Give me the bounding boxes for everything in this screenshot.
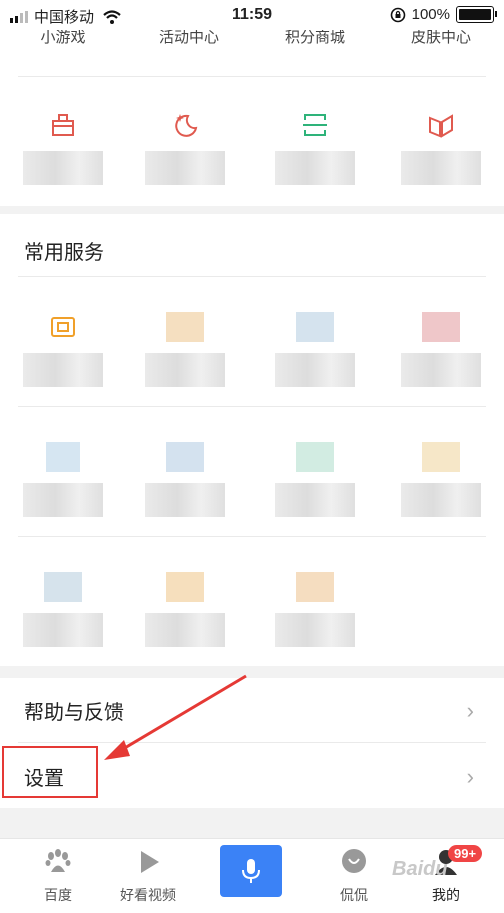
blurred-label (275, 151, 355, 185)
battery-icon (456, 6, 497, 23)
blurred-icon (166, 572, 204, 602)
blurred-icon (44, 572, 82, 602)
service-item[interactable] (122, 312, 248, 392)
highlight-box (2, 746, 98, 798)
blurred-icon (166, 442, 204, 472)
blurred-label (401, 353, 481, 387)
blurred-label (275, 483, 355, 517)
tab-kankan[interactable]: 侃侃 (304, 839, 404, 913)
grid-item[interactable] (122, 110, 248, 190)
service-item[interactable] (0, 442, 126, 522)
card-icon (51, 317, 75, 337)
section-title: 常用服务 (24, 242, 104, 264)
paw-icon (45, 849, 71, 872)
tab-label: 好看视频 (120, 887, 176, 903)
blurred-icon (296, 312, 334, 342)
blurred-label (23, 151, 103, 185)
help-feedback-label: 帮助与反馈 (24, 702, 124, 724)
blurred-label (275, 353, 355, 387)
chevron-right-icon: › (466, 764, 474, 789)
feature-grid-card: 小游戏 活动中心 积分商城 皮肤中心 (0, 29, 504, 206)
service-item[interactable] (378, 442, 504, 522)
chevron-right-icon: › (466, 698, 474, 723)
blurred-label (401, 483, 481, 517)
voice-search-button[interactable] (220, 845, 282, 897)
help-feedback-row[interactable]: 帮助与反馈 › (0, 678, 504, 742)
grid-item[interactable] (0, 110, 126, 190)
blurred-label (23, 613, 103, 647)
blurred-label (401, 151, 481, 185)
blurred-icon (166, 312, 204, 342)
blurred-icon (296, 572, 334, 602)
service-item[interactable] (252, 312, 378, 392)
service-item[interactable] (122, 572, 248, 652)
service-item[interactable] (378, 312, 504, 392)
service-item[interactable] (252, 572, 378, 652)
service-item[interactable] (252, 442, 378, 522)
grid-item[interactable] (252, 110, 378, 190)
play-icon (141, 851, 159, 873)
tab-label: 百度 (44, 887, 72, 903)
blurred-label (23, 353, 103, 387)
blurred-label (23, 483, 103, 517)
blurred-label (145, 151, 225, 185)
blurred-label (275, 613, 355, 647)
tab-label: 我的 (432, 887, 460, 903)
blurred-label (145, 613, 225, 647)
tab-label: 侃侃 (340, 887, 368, 903)
common-services-card: 常用服务 (0, 214, 504, 666)
blurred-icon (422, 312, 460, 342)
blurred-label (145, 353, 225, 387)
tab-baidu[interactable]: 百度 (8, 839, 108, 913)
blurred-icon (422, 442, 460, 472)
service-item[interactable] (0, 312, 126, 392)
service-item[interactable] (0, 572, 126, 652)
scan-icon (303, 114, 327, 136)
notification-badge: 99+ (448, 845, 483, 862)
watermark: Baidu (392, 858, 448, 880)
blurred-icon (296, 442, 334, 472)
service-item[interactable] (122, 442, 248, 522)
status-bar: 中国移动 11:59 100% (0, 0, 504, 30)
blurred-icon (46, 442, 80, 472)
book-icon (429, 114, 453, 138)
grid-item[interactable] (378, 110, 504, 190)
basket-icon (52, 114, 74, 136)
tab-haokan-video[interactable]: 好看视频 (98, 839, 198, 913)
microphone-icon (242, 859, 260, 883)
chat-bubble-icon (342, 849, 366, 873)
blurred-label (145, 483, 225, 517)
battery-percent: 100% (411, 6, 450, 23)
orientation-lock-icon (390, 7, 405, 22)
moon-icon (175, 114, 198, 137)
